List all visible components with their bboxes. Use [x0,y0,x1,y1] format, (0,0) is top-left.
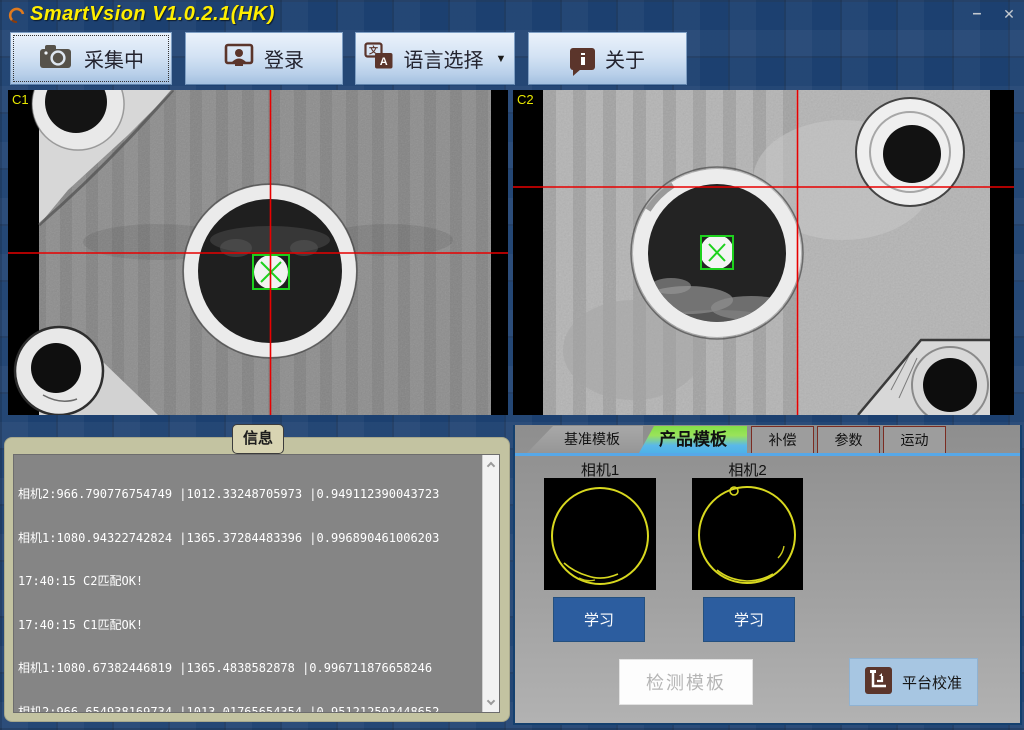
app-window: SmartVsion V1.0.2.1(HK) – ✕ 采集中 登录 [0,0,1024,730]
log-line: 相机2:966.790776754749 |1012.33248705973 |… [18,487,497,502]
language-select-button[interactable]: 文 A 语言选择 ▼ [355,32,515,85]
tab-compensation[interactable]: 补偿 [751,426,814,453]
about-button-label: 关于 [605,44,645,73]
scroll-down-icon[interactable] [487,698,495,706]
template-preview-camera1 [544,478,656,590]
camera1-label: C1 [12,92,29,107]
capture-button[interactable]: 采集中 [10,32,172,85]
language-icon: 文 A [364,42,394,76]
calibrate-icon [865,667,892,698]
chevron-down-icon[interactable]: ▼ [496,53,507,65]
camera1-image [8,90,508,415]
info-panel: 相机2:966.790776754749 |1012.33248705973 |… [4,437,510,722]
template-panel: 基准模板 产品模板 补偿 参数 运动 相机1 相机2 [513,425,1022,725]
platform-calibrate-button[interactable]: 平台校准 [849,658,978,706]
template-camera2-label: 相机2 [692,459,803,480]
language-button-label: 语言选择 [404,44,484,73]
log-line: 相机1:1080.94322742824 |1365.37284483396 |… [18,531,497,546]
camera2-image [513,90,1014,415]
login-button-label: 登录 [264,44,304,73]
tab-underline [515,453,1020,456]
close-button[interactable]: ✕ [998,5,1020,23]
log-line: 相机2:966.654938169734 |1013.01765654354 |… [18,705,497,714]
capture-button-label: 采集中 [84,44,144,73]
login-icon [224,43,254,75]
title-bar: SmartVsion V1.0.2.1(HK) – ✕ [0,0,1024,30]
template-preview-camera2 [692,478,803,590]
log-scrollbar[interactable] [482,455,499,712]
log-line: 17:40:15 C1匹配OK! [18,618,497,633]
log-output[interactable]: 相机2:966.790776754749 |1012.33248705973 |… [13,454,500,713]
tab-product-template[interactable]: 产品模板 [639,426,747,453]
template-camera1-label: 相机1 [544,459,656,480]
tab-motion[interactable]: 运动 [883,426,946,453]
learn-button-camera1[interactable]: 学习 [553,597,645,642]
about-button[interactable]: 关于 [528,32,687,85]
camera-icon [38,42,74,76]
calibrate-button-label: 平台校准 [902,672,962,693]
detect-template-button[interactable]: 检测模板 [619,659,753,705]
minimize-button[interactable]: – [966,5,988,23]
log-line: 17:40:15 C2匹配OK! [18,574,497,589]
scroll-up-icon[interactable] [487,461,495,469]
camera2-label: C2 [517,92,534,107]
tab-parameters[interactable]: 参数 [817,426,880,453]
tab-base-template[interactable]: 基准模板 [527,426,643,453]
login-button[interactable]: 登录 [185,32,343,85]
about-icon [570,48,595,70]
window-title: SmartVsion V1.0.2.1(HK) [30,3,275,26]
app-logo-icon [8,5,26,30]
tab-bar: 基准模板 产品模板 补偿 参数 运动 [515,425,1020,453]
svg-text:A: A [379,56,387,68]
log-line: 相机1:1080.67382446819 |1365.4838582878 |0… [18,661,497,676]
camera-view-2: C2 [513,90,1014,415]
camera-view-1: C1 [8,90,508,415]
info-panel-title: 信息 [232,424,284,454]
learn-button-camera2[interactable]: 学习 [703,597,795,642]
